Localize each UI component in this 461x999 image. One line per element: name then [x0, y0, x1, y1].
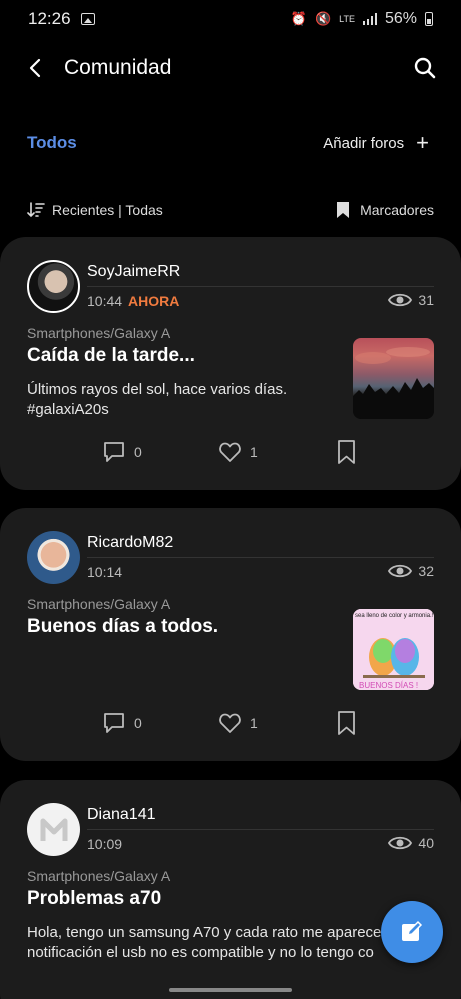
like-button[interactable]: 1 — [218, 711, 258, 735]
divider — [87, 286, 434, 287]
avatar[interactable] — [27, 260, 80, 313]
post-author[interactable]: SoyJaimeRR — [87, 263, 180, 281]
app-header: Comunidad — [0, 46, 461, 90]
post-card[interactable]: Diana141 10:09 40 Smartphones/Galaxy A P… — [0, 780, 461, 999]
eye-icon — [388, 293, 413, 307]
tab-todos[interactable]: Todos — [27, 133, 77, 153]
comment-button[interactable]: 0 — [102, 440, 142, 464]
post-time: 10:09 — [87, 836, 123, 852]
post-card[interactable]: SoyJaimeRR 10:44 AHORA 31 Smartphones/Gal… — [0, 237, 461, 490]
comment-icon — [104, 713, 124, 733]
post-meta: 10:44 AHORA — [87, 293, 179, 309]
post-card[interactable]: RicardoM82 10:14 32 Smartphones/Galaxy A… — [0, 508, 461, 761]
eye-icon — [388, 564, 413, 578]
heart-icon — [219, 442, 241, 462]
network-label: LTE — [339, 13, 355, 24]
post-title[interactable]: Buenos días a todos. — [27, 616, 218, 638]
post-actions: 0 1 — [0, 440, 461, 470]
comment-count: 0 — [134, 444, 142, 460]
view-count-value: 40 — [418, 835, 434, 851]
view-count-value: 31 — [418, 292, 434, 308]
eye-icon — [388, 836, 413, 850]
mute-icon: 🔇 — [314, 11, 332, 26]
like-count: 1 — [250, 444, 258, 460]
sunset-trees-image — [353, 347, 434, 419]
divider — [87, 557, 434, 558]
post-author[interactable]: RicardoM82 — [87, 534, 173, 552]
gallery-notification-icon — [80, 13, 95, 25]
like-count: 1 — [250, 715, 258, 731]
sort-row: Recientes | Todas Marcadores — [0, 196, 461, 224]
bookmark-button[interactable] — [335, 440, 367, 464]
sort-icon[interactable] — [27, 201, 45, 219]
battery-percent: 56% — [384, 10, 417, 27]
battery-icon — [425, 12, 433, 26]
view-count: 32 — [388, 562, 434, 580]
forum-filter-row: Todos Añadir foros + — [0, 128, 461, 158]
view-count-value: 32 — [418, 563, 434, 579]
bookmarks-label: Marcadores — [360, 202, 434, 218]
post-author[interactable]: Diana141 — [87, 806, 156, 824]
post-body: Últimos rayos del sol, hace varios días.… — [27, 381, 288, 418]
signal-icon — [362, 13, 377, 25]
like-button[interactable]: 1 — [218, 440, 258, 464]
new-post-button[interactable] — [381, 901, 443, 963]
post-thumbnail[interactable]: sea lleno de color y armonia.! BUENOS DÍ… — [353, 609, 434, 690]
add-forums-button[interactable]: Añadir foros + — [323, 130, 429, 155]
view-count: 40 — [388, 834, 434, 852]
status-time: 12:26 — [28, 9, 71, 28]
post-category: Smartphones/Galaxy A — [27, 325, 171, 341]
post-category: Smartphones/Galaxy A — [27, 868, 171, 884]
comment-count: 0 — [134, 715, 142, 731]
default-avatar-m-icon — [40, 818, 67, 841]
comment-icon — [104, 442, 124, 462]
post-category: Smartphones/Galaxy A — [27, 596, 171, 612]
thumb-text-top: sea lleno de color y armonia.! — [355, 613, 434, 619]
bookmark-button[interactable] — [335, 711, 367, 735]
avatar[interactable] — [27, 531, 80, 584]
status-bar: 12:26 ⏰ 🔇 LTE 56% — [0, 0, 461, 38]
plus-icon: + — [416, 130, 429, 155]
comment-button[interactable]: 0 — [102, 711, 142, 735]
post-title[interactable]: Caída de la tarde... — [27, 345, 195, 367]
post-time: 10:44 — [87, 293, 123, 309]
post-actions: 0 1 — [0, 711, 461, 741]
heart-icon — [219, 713, 241, 733]
post-title[interactable]: Problemas a70 — [27, 888, 161, 910]
post-time: 10:14 — [87, 564, 123, 580]
add-forums-label: Añadir foros — [323, 134, 405, 152]
parrots-image: sea lleno de color y armonia.! BUENOS DÍ… — [353, 609, 434, 690]
alarm-icon: ⏰ — [290, 11, 307, 26]
search-icon[interactable] — [413, 56, 437, 80]
divider — [87, 829, 434, 830]
home-indicator — [169, 988, 292, 992]
now-badge: AHORA — [128, 293, 180, 309]
page-title: Comunidad — [64, 56, 172, 79]
bookmark-icon — [338, 711, 355, 735]
view-count: 31 — [388, 291, 434, 309]
bookmark-icon — [338, 440, 355, 464]
back-arrow-icon[interactable] — [24, 56, 48, 80]
sort-selector[interactable]: Recientes | Todas — [52, 202, 163, 218]
thumb-text-bottom: BUENOS DÍAS ! — [359, 681, 418, 690]
bookmark-filled-icon — [337, 202, 350, 218]
avatar[interactable] — [27, 803, 80, 856]
compose-icon — [402, 920, 423, 941]
post-thumbnail[interactable] — [353, 338, 434, 419]
bookmarks-button[interactable]: Marcadores — [336, 201, 434, 219]
